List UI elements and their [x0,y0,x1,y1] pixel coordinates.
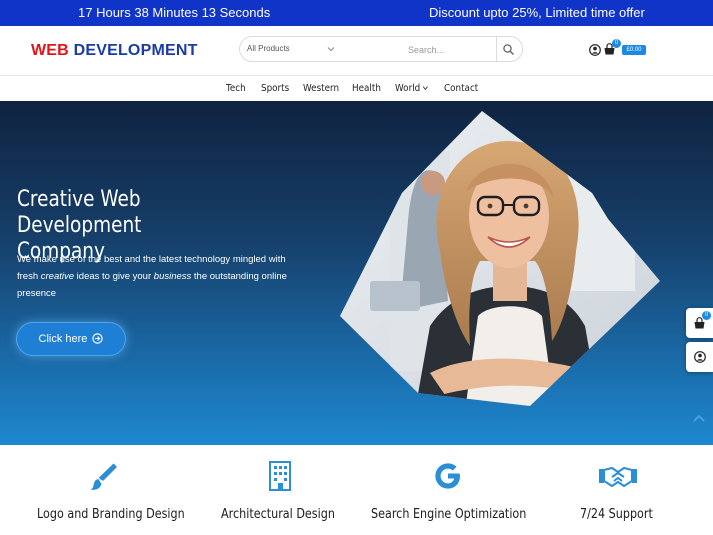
arrow-circle-right-icon [92,333,104,344]
discount-promo: Discount upto 25%, Limited time offer [429,5,645,20]
scroll-to-top-icon[interactable] [692,412,706,424]
nav-item-western[interactable]: Western [303,83,339,94]
logo-word-development: DEVELOPMENT [73,42,198,59]
service-item[interactable]: Logo and Branding Design [0,445,185,535]
service-label-logo-branding: Logo and Branding Design [37,507,185,522]
announcement-bar: 17 Hours 38 Minutes 13 Seconds Discount … [0,0,713,26]
hero-woman-photo [340,111,660,406]
site-header: WEB DEVELOPMENT All Products 0 £0.00 [0,26,713,76]
paintbrush-icon [90,463,117,490]
floating-cart-badge: 0 [702,311,711,320]
nav-item-tech[interactable]: Tech [226,83,246,94]
logo-word-web: WEB [31,42,69,59]
nav-item-contact[interactable]: Contact [444,83,478,94]
cart-total[interactable]: £0.00 [622,45,646,55]
services-section: Logo and Branding Design Architectural D… [0,445,713,535]
category-select[interactable]: All Products [247,44,290,53]
chevron-down-icon [422,86,428,91]
cart-count-badge: 0 [612,39,621,48]
service-label-seo: Search Engine Optimization [371,507,527,522]
user-account-icon [694,351,706,363]
search-bar: All Products [239,36,523,62]
click-here-label: Click here [38,333,88,345]
search-input[interactable] [408,41,494,59]
nav-item-world-label: World [395,83,421,94]
hero-section: Creative Web Development Company We make… [0,101,713,445]
service-label-support: 7/24 Support [580,507,653,522]
service-label-architectural: Architectural Design [221,507,335,522]
hero-description: We make use of the best and the latest t… [17,251,307,302]
building-icon [269,461,291,491]
search-icon[interactable] [502,43,515,56]
hero-desc-emphasis-1: creative [40,271,75,282]
hero-desc-text-2: ideas to give your [74,271,154,282]
countdown-timer: 17 Hours 38 Minutes 13 Seconds [78,5,271,20]
search-divider [496,37,497,61]
nav-item-world[interactable]: World [395,83,428,94]
main-nav: Tech Sports Western Health World Contact [0,77,713,101]
service-item[interactable]: Architectural Design [178,445,356,535]
hero-desc-emphasis-2: business [153,271,192,282]
site-logo[interactable]: WEB DEVELOPMENT [31,42,198,60]
service-item[interactable]: 7/24 Support [534,445,713,535]
click-here-button[interactable]: Click here [16,322,126,356]
nav-item-health[interactable]: Health [352,83,381,94]
handshake-icon [599,466,637,488]
service-item[interactable]: Search Engine Optimization [356,445,534,535]
google-icon [435,463,460,489]
hero-title-line1: Creative Web Development [17,187,142,238]
nav-item-sports[interactable]: Sports [261,83,289,94]
user-account-icon[interactable] [589,44,601,56]
chevron-down-icon[interactable] [326,44,336,54]
floating-account-button[interactable] [686,342,713,372]
